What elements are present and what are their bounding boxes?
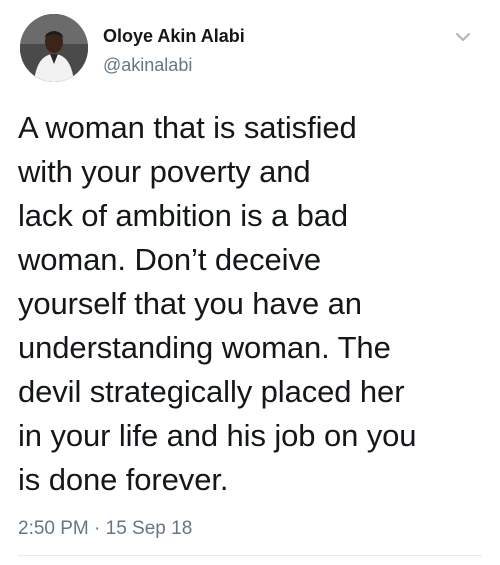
tweet-text-line: in your life and his job on you <box>18 418 417 453</box>
chevron-down-icon[interactable] <box>452 26 474 48</box>
tweet-text-line: A woman that is satisfied <box>18 110 357 145</box>
divider <box>18 555 482 556</box>
tweet-card: Oloye Akin Alabi @akinalabi A woman that… <box>0 0 500 565</box>
avatar[interactable] <box>20 14 88 82</box>
tweet-text-line: lack of ambition is a bad <box>18 198 349 233</box>
display-name[interactable]: Oloye Akin Alabi <box>103 26 245 47</box>
tweet-text: A woman that is satisfied with your pove… <box>18 106 488 502</box>
profile-photo-icon <box>20 14 88 82</box>
tweet-text-line: yourself that you have an <box>18 286 362 321</box>
tweet-text-line: devil strategically placed her <box>18 374 405 409</box>
tweet-text-line: understanding woman. The <box>18 330 391 365</box>
tweet-text-line: is done forever. <box>18 462 229 497</box>
tweet-text-line: with your poverty and <box>18 154 311 189</box>
tweet-text-line: woman. Don’t deceive <box>18 242 321 277</box>
user-handle[interactable]: @akinalabi <box>103 55 192 76</box>
tweet-timestamp[interactable]: 2:50 PM · 15 Sep 18 <box>18 518 192 540</box>
